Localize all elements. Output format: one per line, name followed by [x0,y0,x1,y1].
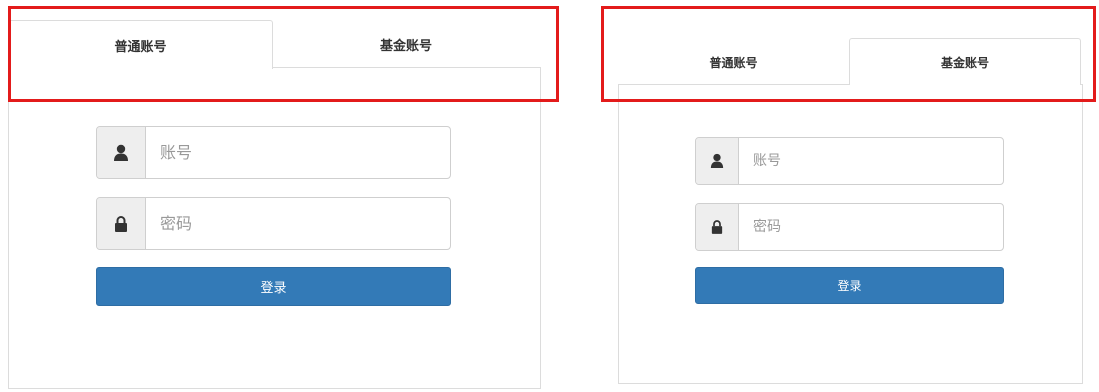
password-field[interactable] [96,197,451,250]
password-addon [97,198,146,249]
login-button[interactable]: 登录 [96,267,451,306]
tab-label: 普通账号 [709,56,758,70]
lock-icon [711,220,723,234]
tab-label: 普通账号 [114,39,167,55]
tab-normal-account[interactable]: 普通账号 [8,20,273,69]
user-icon [710,153,724,168]
account-field[interactable] [695,137,1004,185]
tab-label: 基金账号 [379,39,432,54]
login-panel-normal: 普通账号 基金账号 登录 [0,0,560,392]
account-field[interactable] [96,126,451,179]
user-icon [114,144,128,161]
password-field[interactable] [695,203,1004,251]
login-panel-fund: 普通账号 基金账号 登录 [598,0,1099,392]
account-input[interactable] [146,127,450,178]
account-addon [97,127,146,178]
password-addon [696,204,739,250]
account-addon [696,138,739,184]
password-input[interactable] [739,204,1003,250]
login-button-label: 登录 [260,281,287,296]
login-button-label: 登录 [837,279,862,293]
account-input[interactable] [739,138,1003,184]
lock-icon [115,215,127,232]
password-input[interactable] [146,198,450,249]
tab-label: 基金账号 [940,55,989,70]
login-button[interactable]: 登录 [695,267,1004,304]
tab-normal-account[interactable]: 普通账号 [618,40,849,85]
tab-fund-account[interactable]: 基金账号 [849,38,1081,85]
tab-fund-account[interactable]: 基金账号 [273,20,539,69]
